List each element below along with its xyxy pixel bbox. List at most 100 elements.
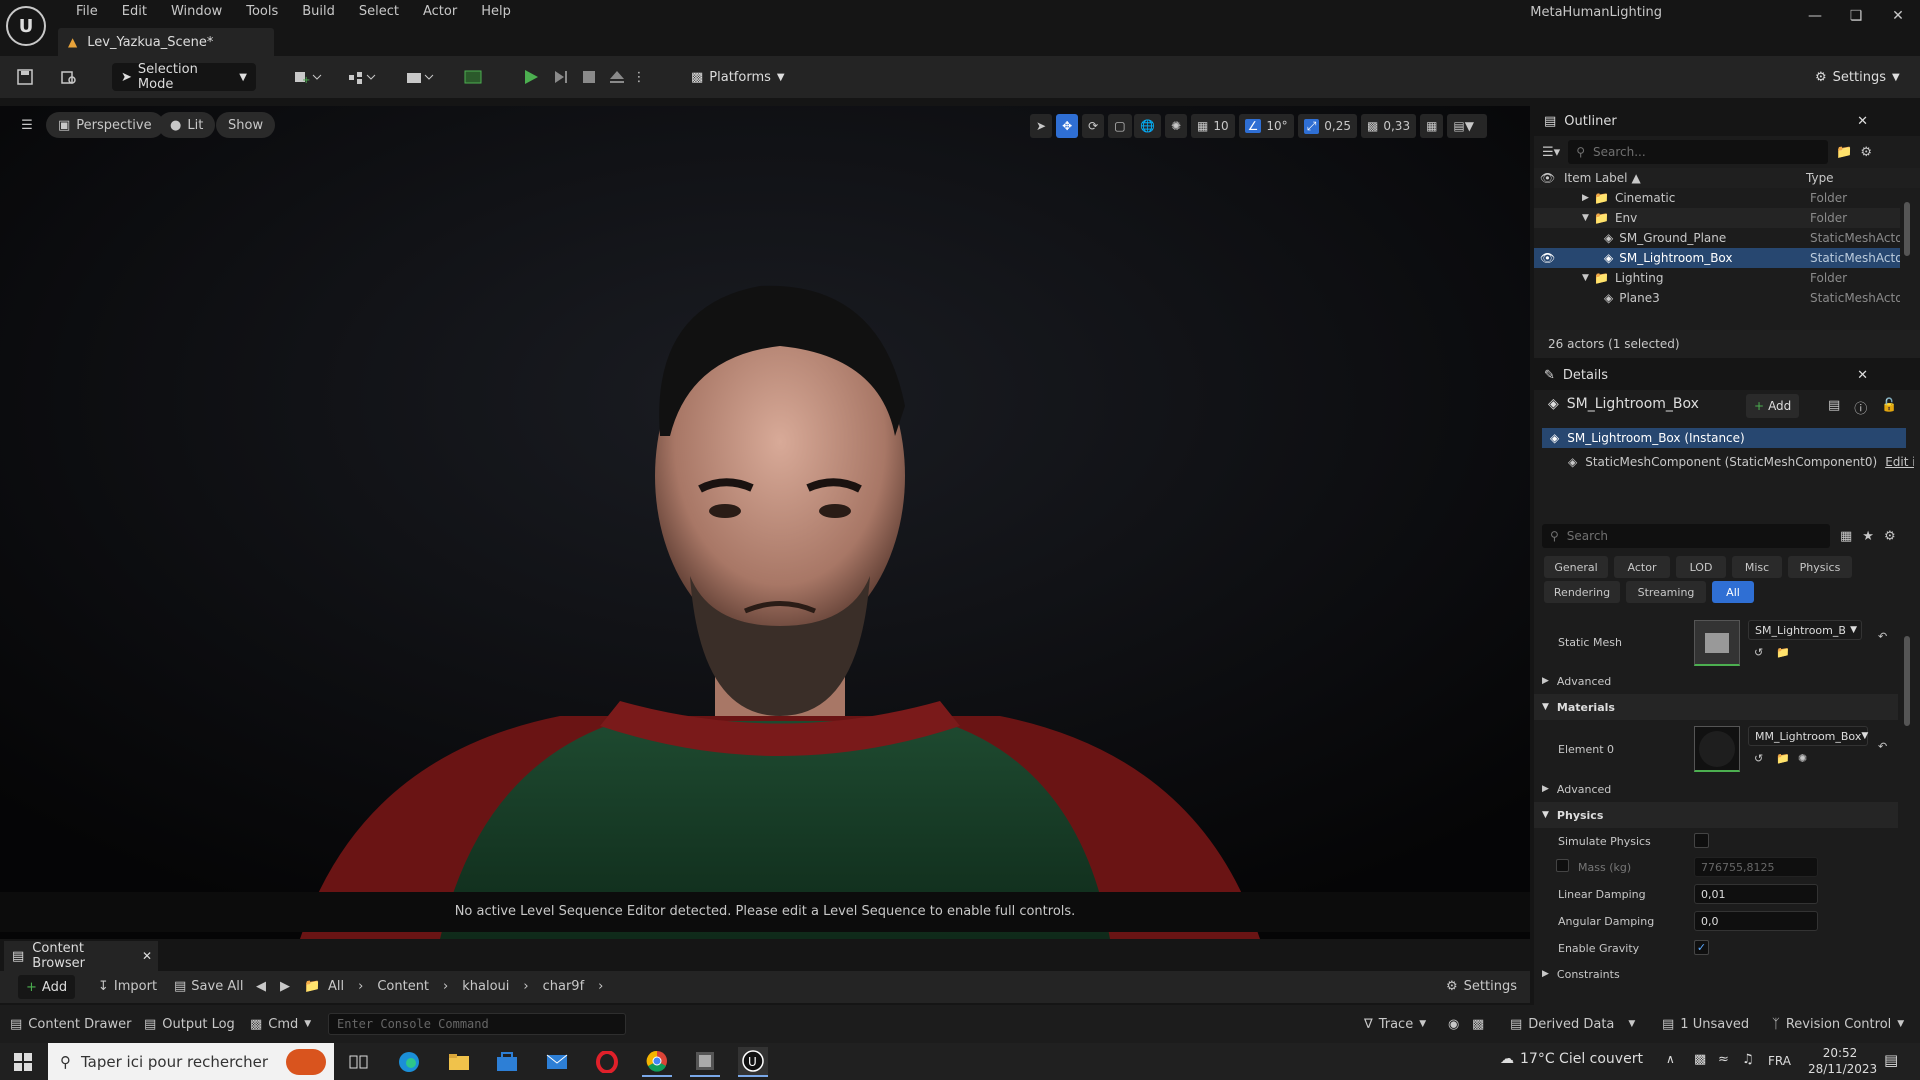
cmd-dropdown[interactable]: ▩ Cmd ▼ <box>250 1014 311 1034</box>
category-streaming[interactable]: Streaming <box>1626 581 1706 603</box>
collapse-icon[interactable]: ▼ <box>1582 213 1594 223</box>
clock[interactable]: 20:52 28/11/2023 <box>1808 1045 1877 1077</box>
modes-icon[interactable] <box>462 66 484 88</box>
close-icon[interactable]: ✕ <box>142 949 152 963</box>
chevron-right-icon[interactable]: › <box>443 979 448 994</box>
static-mesh-thumbnail[interactable] <box>1694 620 1740 666</box>
category-lod[interactable]: LOD <box>1676 556 1726 578</box>
use-selected-icon[interactable]: ↺ <box>1754 646 1763 659</box>
content-drawer-button[interactable]: ▤ Content Drawer <box>10 1014 131 1034</box>
lock-icon[interactable]: 🔓 <box>1881 398 1897 417</box>
gear-icon[interactable]: ⚙ <box>1884 529 1896 544</box>
add-component-button[interactable]: + Add <box>1746 394 1800 418</box>
store-icon[interactable] <box>492 1047 522 1077</box>
material-thumbnail[interactable] <box>1694 726 1740 772</box>
epic-launcher-icon[interactable] <box>690 1047 720 1077</box>
breadcrumb-content[interactable]: Content <box>377 979 429 994</box>
edit-link[interactable]: Edit i <box>1885 455 1914 469</box>
browse-icon[interactable] <box>58 66 80 88</box>
tree-row-lighting[interactable]: ▼ 📁 Lighting Folder <box>1534 268 1900 288</box>
help-icon[interactable]: ⓘ <box>1854 398 1867 417</box>
unreal-logo-icon[interactable]: U <box>6 6 46 46</box>
category-physics[interactable]: Physics <box>1788 556 1852 578</box>
component-instance-row[interactable]: ◈ SM_Lightroom_Box (Instance) <box>1542 428 1906 448</box>
linear-damping-field[interactable]: 0,01 <box>1694 884 1818 904</box>
cb-add-button[interactable]: + Add <box>18 975 76 999</box>
constraints-row[interactable]: ▶ Constraints <box>1534 963 1898 985</box>
add-actor-icon[interactable]: + <box>288 66 328 88</box>
restore-icon[interactable]: ❏ <box>1836 4 1876 28</box>
category-all[interactable]: All <box>1712 581 1754 603</box>
grid-snap-button[interactable]: ▦ 10 <box>1191 114 1235 138</box>
outliner-tab[interactable]: ▤ Outliner ✕ <box>1534 106 1920 136</box>
simulate-physics-checkbox[interactable] <box>1694 833 1709 848</box>
category-misc[interactable]: Misc <box>1732 556 1782 578</box>
save-icon[interactable] <box>14 66 36 88</box>
chevron-right-icon[interactable]: › <box>523 979 528 994</box>
col-item-label[interactable]: Item Label <box>1564 171 1628 185</box>
cb-import-button[interactable]: ↧ Import <box>98 979 157 994</box>
camera-icon[interactable]: ▩ <box>1472 1014 1484 1034</box>
close-icon[interactable]: ✕ <box>1857 114 1868 129</box>
tree-row-sm-ground-plane[interactable]: ◈ SM_Ground_Plane StaticMeshActo <box>1534 228 1900 248</box>
hierarchy-icon[interactable]: ▤ <box>1828 398 1840 417</box>
edge-icon[interactable] <box>394 1047 424 1077</box>
col-type[interactable]: Type <box>1806 171 1834 185</box>
star-icon[interactable]: ★ <box>1862 529 1874 544</box>
rotate-tool-icon[interactable]: ⟳ <box>1082 114 1105 138</box>
platforms-dropdown[interactable]: ▩ Platforms ▼ <box>682 63 794 91</box>
device-icon[interactable]: ▩ <box>1694 1052 1706 1067</box>
materials-section[interactable]: ▼ Materials <box>1534 694 1898 720</box>
menu-help[interactable]: Help <box>469 3 523 21</box>
breadcrumb-all[interactable]: All <box>328 979 344 994</box>
console-command-input[interactable]: Enter Console Command <box>328 1013 626 1035</box>
collapse-icon[interactable]: ▼ <box>1582 273 1594 283</box>
outliner-scrollbar[interactable] <box>1904 202 1910 256</box>
stop-icon[interactable] <box>578 66 600 88</box>
outliner-search-input[interactable]: ⚲ Search... <box>1568 140 1829 164</box>
settings-dropdown[interactable]: ⚙ Settings ▼ <box>1806 63 1909 91</box>
language-indicator[interactable]: FRA <box>1768 1054 1791 1068</box>
reset-icon[interactable]: ↶ <box>1878 630 1887 643</box>
material-dropdown[interactable]: MM_Lightroom_Box ▼ <box>1748 726 1868 746</box>
lit-button[interactable]: ● Lit <box>158 112 216 138</box>
mail-icon[interactable] <box>542 1047 572 1077</box>
close-icon[interactable]: ✕ <box>1857 368 1868 383</box>
more-options-icon[interactable]: ⋮ <box>633 66 646 88</box>
file-explorer-icon[interactable] <box>444 1047 474 1077</box>
menu-window[interactable]: Window <box>159 3 234 21</box>
cb-save-all-button[interactable]: ▤ Save All <box>174 979 243 994</box>
show-button[interactable]: Show <box>216 112 276 138</box>
material-options-icon[interactable]: ✺ <box>1798 752 1807 765</box>
perspective-button[interactable]: ▣ Perspective <box>46 112 164 138</box>
play-icon[interactable] <box>520 66 542 88</box>
step-icon[interactable] <box>550 66 572 88</box>
unreal-editor-icon[interactable]: U <box>738 1047 768 1077</box>
revision-control-dropdown[interactable]: ᛉ Revision Control ▼ <box>1772 1014 1904 1034</box>
use-selected-icon[interactable]: ↺ <box>1754 752 1763 765</box>
taskbar-search-box[interactable]: ⚲ Taper ici pour rechercher <box>48 1043 334 1080</box>
weather-widget[interactable]: ☁ 17°C Ciel couvert <box>1500 1051 1643 1067</box>
tree-row-env[interactable]: ▼ 📁 Env Folder <box>1534 208 1900 228</box>
details-search-input[interactable]: ⚲ Search <box>1542 524 1830 548</box>
component-row[interactable]: ◈ StaticMeshComponent (StaticMeshCompone… <box>1568 452 1914 472</box>
advanced-row-1[interactable]: ▶ Advanced <box>1534 670 1898 692</box>
rotation-snap-button[interactable]: ∠ 10° <box>1238 114 1294 138</box>
record-icon[interactable]: ◉ <box>1448 1014 1459 1034</box>
category-rendering[interactable]: Rendering <box>1544 581 1620 603</box>
menu-select[interactable]: Select <box>347 3 411 21</box>
forward-icon[interactable]: ▶ <box>280 979 290 994</box>
windows-start-icon[interactable] <box>8 1047 38 1077</box>
gear-icon[interactable]: ⚙ <box>1860 145 1872 160</box>
table-view-icon[interactable]: ▦ <box>1840 529 1852 544</box>
level-viewport[interactable]: ☰ ▣ Perspective ● Lit Show ➤ ✥ ⟳ ▢ 🌐 ✺ ▦… <box>0 106 1530 939</box>
eye-icon[interactable]: 👁 <box>1540 251 1604 265</box>
task-view-icon[interactable] <box>344 1047 374 1077</box>
tree-row-sm-lightroom-box[interactable]: 👁 ◈ SM_Lightroom_Box StaticMeshActo <box>1534 248 1900 268</box>
chevron-right-icon[interactable]: › <box>358 979 363 994</box>
select-tool-icon[interactable]: ➤ <box>1030 114 1053 138</box>
browse-asset-icon[interactable]: 📁 <box>1776 646 1790 659</box>
folder-icon[interactable]: 📁 <box>304 979 320 994</box>
cinematics-icon[interactable] <box>400 66 440 88</box>
trace-dropdown[interactable]: ∇ Trace ▼ <box>1364 1014 1426 1034</box>
